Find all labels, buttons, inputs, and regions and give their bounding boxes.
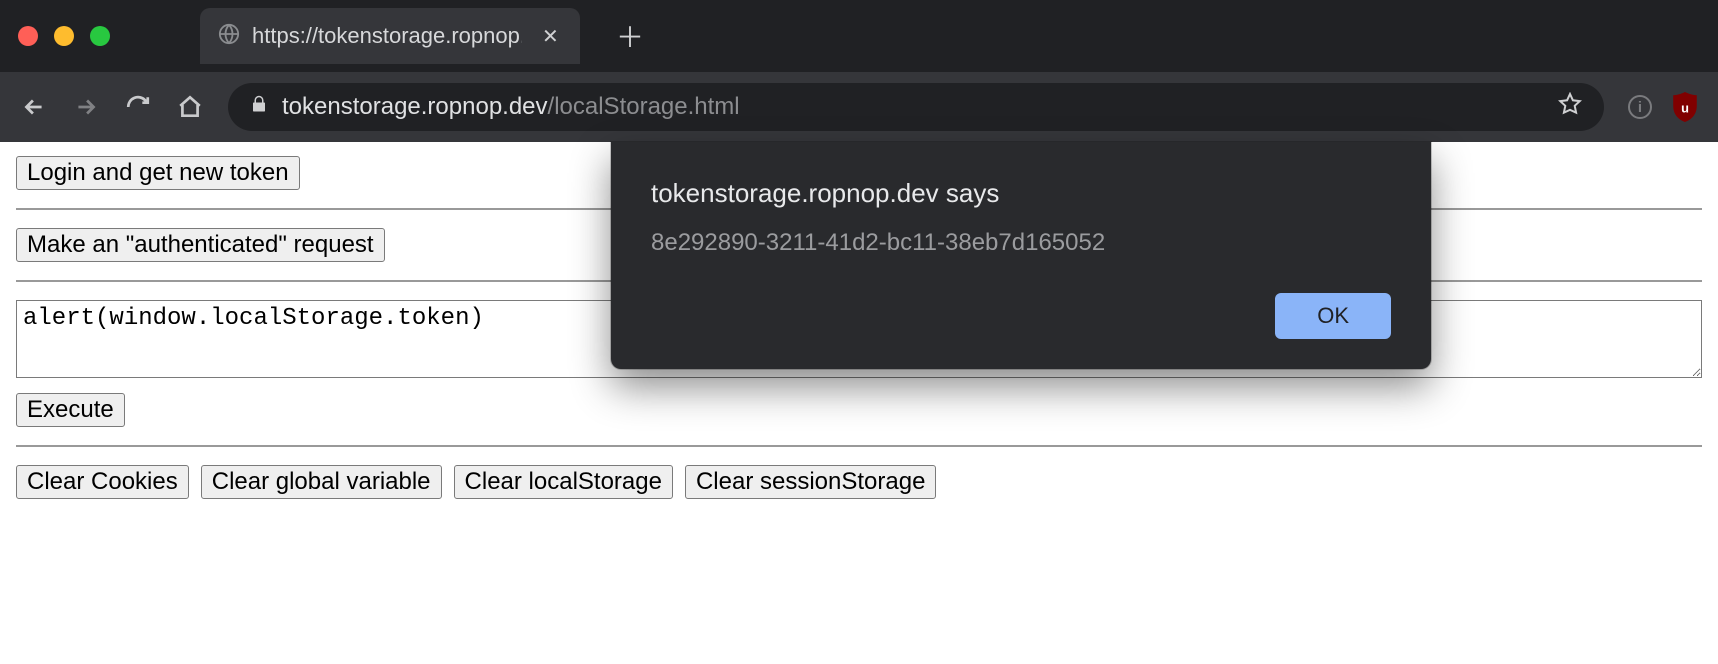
auth-request-button[interactable]: Make an "authenticated" request: [16, 228, 385, 262]
reload-button[interactable]: [124, 93, 152, 121]
home-button[interactable]: [176, 93, 204, 121]
window-controls: [18, 26, 110, 46]
lock-icon: [250, 93, 268, 121]
login-button[interactable]: Login and get new token: [16, 156, 300, 190]
extension-icons: i u: [1628, 92, 1698, 122]
ublock-shield-icon[interactable]: u: [1672, 92, 1698, 122]
maximize-window-button[interactable]: [90, 26, 110, 46]
alert-dialog: tokenstorage.ropnop.dev says 8e292890-32…: [611, 142, 1431, 369]
url-text: tokenstorage.ropnop.dev/localStorage.htm…: [282, 93, 740, 121]
url-domain: tokenstorage.ropnop.dev: [282, 93, 548, 120]
clear-buttons-row: Clear Cookies Clear global variable Clea…: [16, 465, 1702, 499]
alert-message: 8e292890-3211-41d2-bc11-38eb7d165052: [651, 229, 1391, 257]
divider: [16, 445, 1702, 447]
new-tab-button[interactable]: ＋: [616, 16, 644, 56]
alert-ok-button[interactable]: OK: [1275, 293, 1391, 339]
execute-button[interactable]: Execute: [16, 393, 125, 427]
alert-actions: OK: [651, 293, 1391, 339]
back-button[interactable]: [20, 93, 48, 121]
url-path: /localStorage.html: [548, 93, 740, 120]
close-tab-icon[interactable]: ✕: [542, 24, 559, 49]
forward-button[interactable]: [72, 93, 100, 121]
browser-chrome: https://tokenstorage.ropnop.de ✕ ＋ token…: [0, 0, 1718, 142]
clear-localstorage-button[interactable]: Clear localStorage: [454, 465, 673, 499]
close-window-button[interactable]: [18, 26, 38, 46]
minimize-window-button[interactable]: [54, 26, 74, 46]
info-icon[interactable]: i: [1628, 95, 1652, 119]
globe-icon: [218, 23, 240, 50]
tab-strip: https://tokenstorage.ropnop.de ✕ ＋: [0, 0, 1718, 72]
bookmark-star-icon[interactable]: [1558, 92, 1582, 123]
clear-sessionstorage-button[interactable]: Clear sessionStorage: [685, 465, 936, 499]
address-bar[interactable]: tokenstorage.ropnop.dev/localStorage.htm…: [228, 83, 1604, 131]
browser-toolbar: tokenstorage.ropnop.dev/localStorage.htm…: [0, 72, 1718, 142]
alert-title: tokenstorage.ropnop.dev says: [651, 178, 1391, 209]
svg-text:u: u: [1681, 100, 1689, 115]
browser-tab[interactable]: https://tokenstorage.ropnop.de ✕: [200, 8, 580, 64]
clear-global-button[interactable]: Clear global variable: [201, 465, 442, 499]
tab-title: https://tokenstorage.ropnop.de: [252, 23, 522, 49]
clear-cookies-button[interactable]: Clear Cookies: [16, 465, 189, 499]
